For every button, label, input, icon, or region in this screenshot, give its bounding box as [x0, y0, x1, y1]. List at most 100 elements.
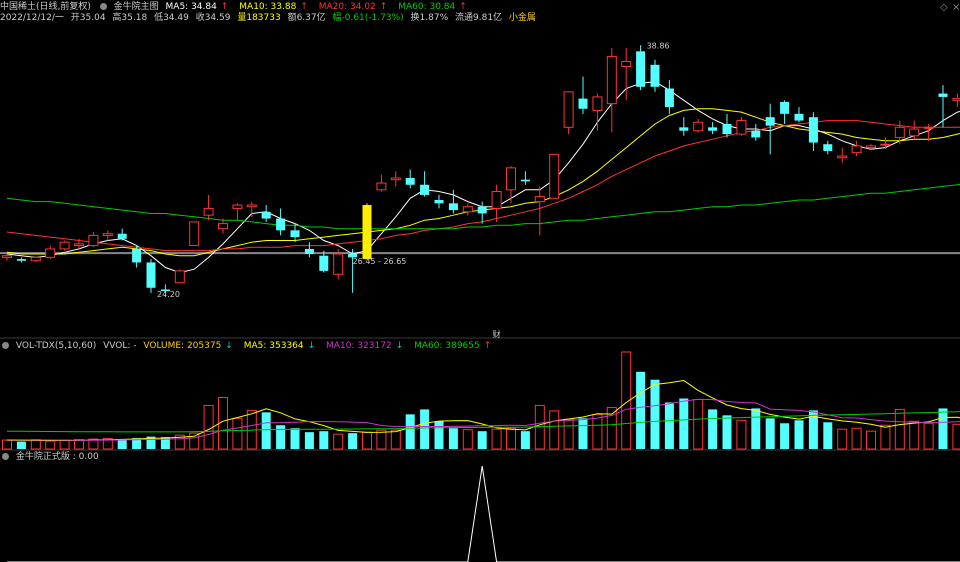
- candle: [59, 240, 70, 251]
- candle-body: [390, 177, 401, 181]
- volume-bar: [837, 428, 848, 450]
- candle: [549, 153, 560, 199]
- volume-bar: [880, 424, 891, 450]
- price-line-label: 26.45 - 26.65: [353, 257, 407, 266]
- volume-bar: [851, 427, 862, 450]
- candle: [45, 245, 56, 260]
- volume-bar: [462, 429, 473, 450]
- candle-body: [88, 234, 99, 247]
- candle-body: [708, 127, 718, 131]
- volume-bar: [491, 428, 502, 450]
- candle: [448, 189, 458, 214]
- volume-bar: [636, 371, 646, 449]
- volume-bar: [477, 431, 487, 449]
- candle: [304, 242, 314, 258]
- candle: [16, 257, 26, 263]
- candle: [952, 93, 960, 108]
- candle-body: [693, 121, 704, 132]
- candle-body: [174, 270, 185, 284]
- candle-body: [506, 167, 516, 191]
- volume-bar: [909, 420, 920, 450]
- candle: [650, 59, 660, 92]
- chart-canvas[interactable]: 38.86 24.20 26.45 - 26.65 财: [0, 0, 960, 562]
- low-price-label: 24.20: [157, 290, 180, 299]
- candle-body: [276, 218, 286, 231]
- volume-bar: [45, 440, 56, 450]
- candle: [606, 47, 617, 133]
- candle: [174, 269, 185, 284]
- candle-body: [290, 230, 300, 238]
- candle-body: [304, 248, 314, 254]
- candle: [837, 147, 848, 163]
- volume-bar: [390, 429, 401, 450]
- candle: [88, 232, 99, 248]
- candle: [2, 254, 12, 261]
- price-ma5-line: [6, 81, 960, 274]
- volume-bar: [117, 439, 127, 449]
- candle: [405, 169, 415, 189]
- volume-bar: [189, 432, 200, 450]
- candle: [520, 171, 530, 185]
- candle-body: [462, 206, 473, 213]
- candle: [534, 186, 545, 236]
- candle-body: [74, 243, 84, 247]
- candle-body: [938, 93, 948, 97]
- volume-bar: [376, 429, 387, 450]
- candle: [434, 194, 444, 209]
- candle-body: [491, 191, 502, 209]
- candle-body: [117, 233, 127, 239]
- volume-bar: [534, 404, 545, 450]
- event-marker[interactable]: 财: [493, 329, 501, 339]
- candle: [708, 122, 718, 135]
- candle-body: [909, 128, 920, 137]
- candle-body: [2, 255, 12, 258]
- volume-bar: [304, 432, 314, 449]
- candle-body: [952, 98, 960, 101]
- candle-body: [765, 117, 775, 126]
- volume-bar: [664, 402, 674, 449]
- volume-bar: [563, 418, 574, 450]
- candle-body: [520, 179, 530, 182]
- candle-body: [549, 153, 560, 199]
- candle-body: [563, 91, 574, 128]
- candle-body: [232, 204, 243, 209]
- volume-bar: [16, 441, 26, 449]
- candle: [462, 203, 473, 216]
- candle: [592, 93, 603, 131]
- candle-body: [664, 88, 674, 108]
- volume-bar: [506, 427, 516, 450]
- candle-body: [851, 145, 862, 154]
- volume-bar: [30, 439, 41, 450]
- candle: [117, 228, 127, 241]
- candle: [664, 80, 674, 114]
- volume-bar: [938, 408, 948, 449]
- candle: [102, 230, 113, 241]
- candle: [693, 118, 704, 133]
- volume-bar: [319, 431, 329, 449]
- candle: [491, 184, 502, 222]
- candle: [506, 166, 516, 204]
- volume-bar: [952, 423, 960, 450]
- candle: [420, 171, 430, 197]
- volume-bar: [780, 423, 790, 449]
- candle: [362, 203, 372, 260]
- candle-body: [45, 248, 56, 258]
- candle-body: [448, 203, 458, 211]
- candle: [736, 117, 747, 136]
- candle: [246, 201, 257, 217]
- candle: [376, 174, 387, 192]
- volume-bar: [434, 421, 444, 449]
- candle-body: [722, 123, 732, 135]
- indicator-series-line: [7, 465, 960, 562]
- candle-body: [362, 205, 372, 260]
- volume-bar: [708, 409, 718, 449]
- candle-body: [894, 126, 905, 138]
- candles: [2, 45, 960, 293]
- volume-bar: [232, 417, 243, 450]
- candle: [30, 256, 41, 263]
- candle: [290, 223, 300, 243]
- candle-body: [592, 96, 603, 111]
- candle: [261, 205, 271, 222]
- candle-body: [102, 233, 113, 236]
- candle-body: [679, 127, 689, 131]
